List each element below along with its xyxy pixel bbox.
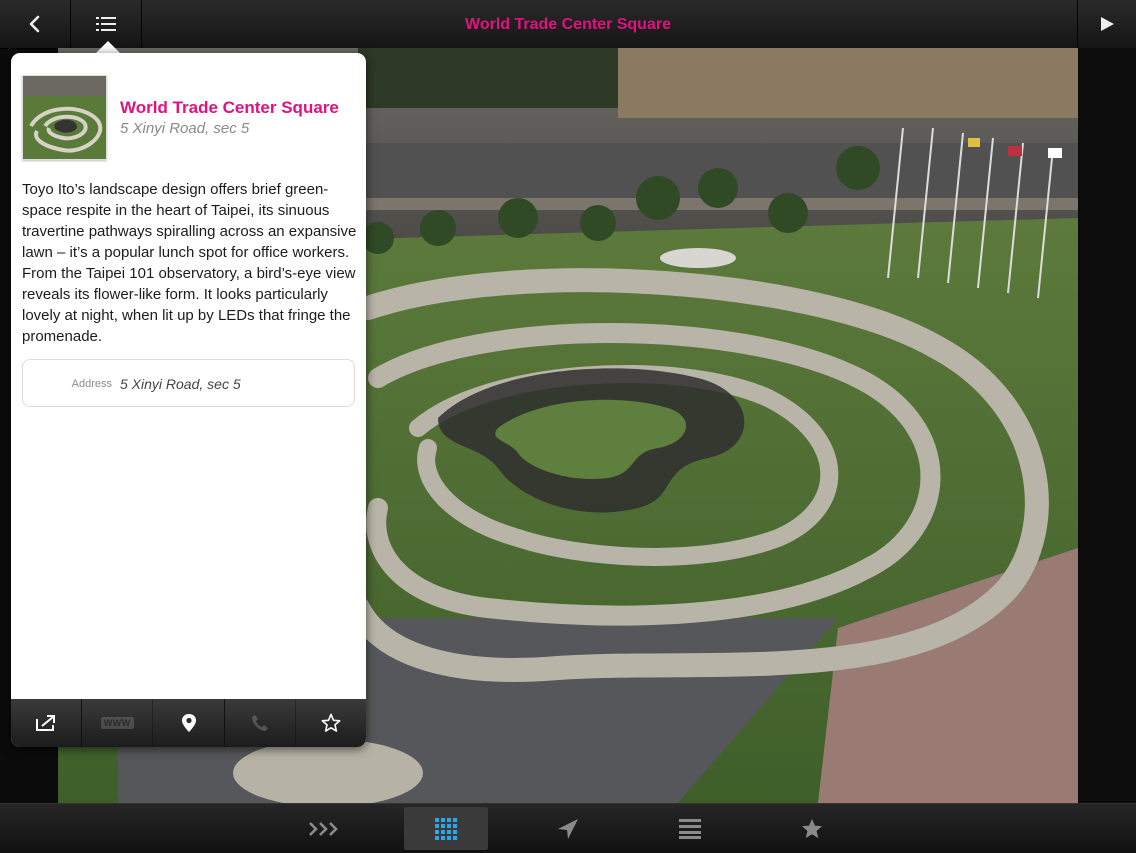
address-value: 5 Xinyi Road, sec 5	[120, 376, 241, 392]
nav-nearby-button[interactable]	[526, 807, 610, 850]
address-row[interactable]: Address 5 Xinyi Road, sec 5	[22, 359, 355, 407]
back-button[interactable]	[0, 0, 71, 48]
website-button[interactable]: WWW	[82, 699, 154, 747]
nav-favorites-button[interactable]	[770, 807, 854, 850]
map-button[interactable]	[153, 699, 225, 747]
place-description: Toyo Ito’s landscape design offers brief…	[22, 181, 357, 345]
address-label: Address	[71, 378, 112, 390]
place-subtitle: 5 Xinyi Road, sec 5	[120, 120, 250, 137]
nav-grid-button[interactable]	[404, 807, 488, 850]
popover-pointer	[96, 41, 120, 53]
map-pin-icon	[181, 714, 196, 732]
play-button[interactable]	[1077, 0, 1136, 48]
phone-icon	[251, 715, 268, 731]
location-arrow-icon	[558, 818, 578, 839]
share-button[interactable]	[11, 699, 83, 747]
grid-icon	[435, 817, 457, 840]
play-icon	[1101, 17, 1114, 31]
phone-button[interactable]	[225, 699, 296, 747]
favorite-button[interactable]	[296, 699, 366, 747]
popover-toolbar: WWW	[11, 699, 366, 747]
list-icon	[679, 818, 701, 839]
place-thumbnail	[22, 75, 107, 160]
chevrons-right-icon	[309, 821, 338, 836]
right-edge	[1078, 48, 1136, 803]
bottom-nav	[0, 803, 1136, 853]
nav-guides-button[interactable]	[282, 807, 366, 850]
star-icon	[802, 818, 822, 838]
place-title: World Trade Center Square	[120, 98, 339, 117]
share-external-icon	[36, 715, 56, 731]
page-title: World Trade Center Square	[465, 16, 671, 33]
chevron-left-icon	[29, 15, 40, 33]
list-icon	[96, 17, 116, 31]
star-outline-icon	[321, 713, 341, 732]
top-bar: World Trade Center Square	[0, 0, 1136, 49]
nav-list-button[interactable]	[648, 807, 732, 850]
www-icon: WWW	[100, 717, 134, 729]
place-popover: World Trade Center Square 5 Xinyi Road, …	[11, 53, 366, 747]
